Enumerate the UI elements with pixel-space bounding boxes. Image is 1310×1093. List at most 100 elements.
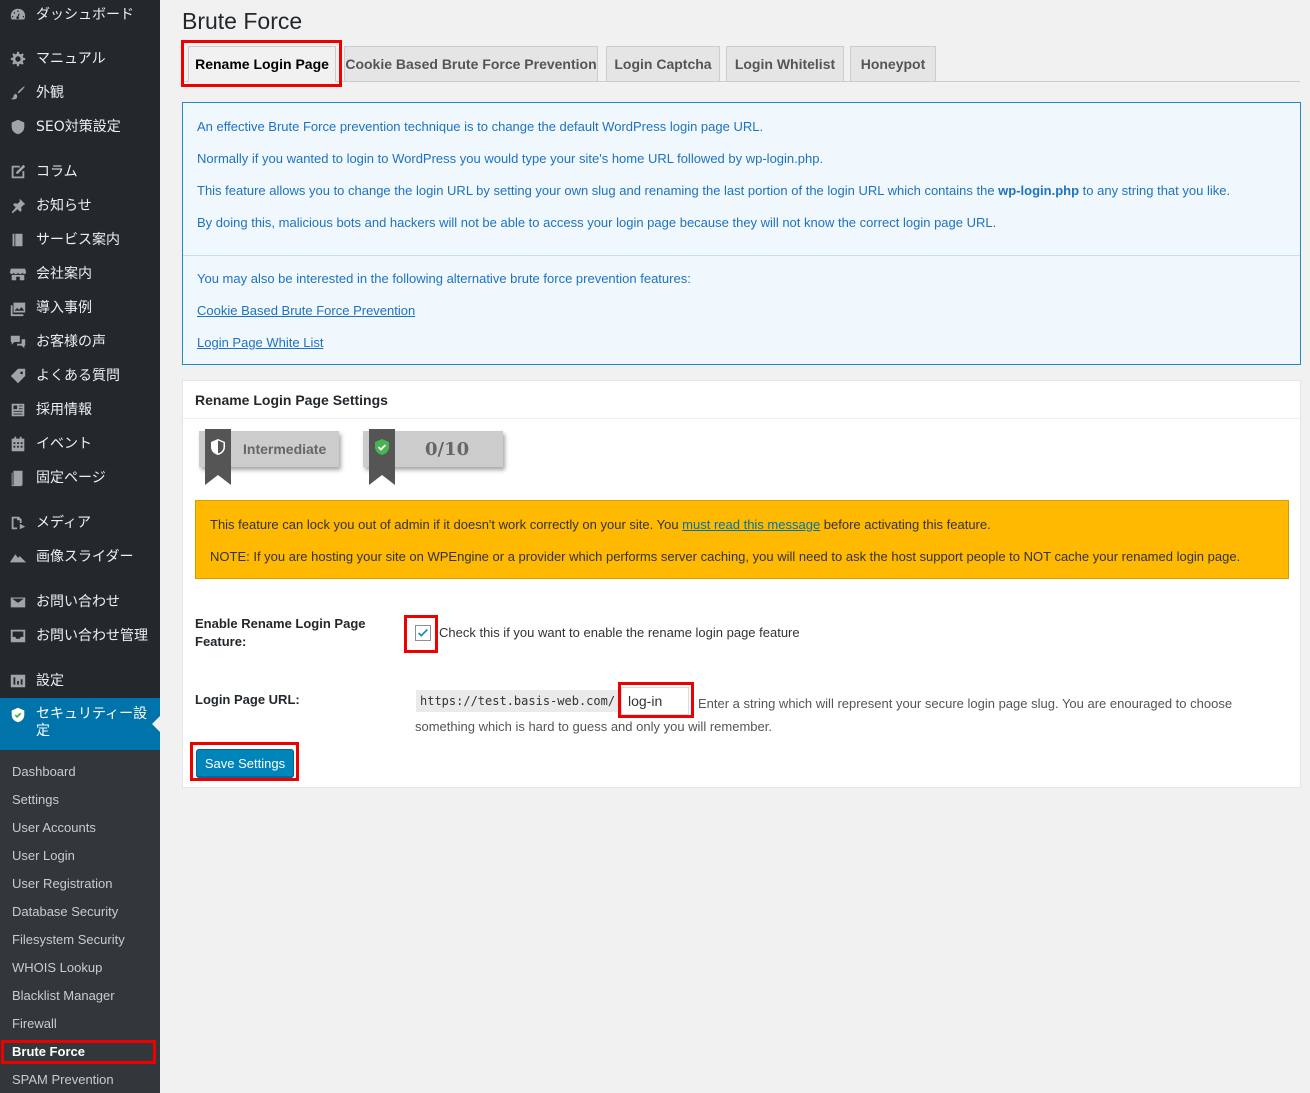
menu-faq[interactable]: よくある質問 — [0, 361, 160, 391]
submenu-settings[interactable]: Settings — [12, 792, 59, 807]
menu-slider[interactable]: 画像スライダー — [0, 542, 160, 572]
menu-separator — [0, 494, 160, 503]
media-icon — [0, 514, 36, 532]
info-text: An effective Brute Force prevention tech… — [197, 119, 764, 134]
menu-label: イベント — [36, 435, 92, 452]
submenu-blacklist-manager[interactable]: Blacklist Manager — [12, 988, 115, 1003]
menu-label: お知らせ — [36, 197, 92, 214]
menu-label: コラム — [36, 163, 78, 180]
menu-column[interactable]: コラム — [0, 157, 160, 187]
menu-appearance[interactable]: 外観 — [0, 78, 160, 108]
submenu-dashboard[interactable]: Dashboard — [12, 764, 76, 779]
postbox-title: Rename Login Page Settings — [183, 381, 1300, 419]
menu-media[interactable]: メディア — [0, 508, 160, 538]
menu-label: 導入事例 — [36, 299, 92, 316]
menu-label: 外観 — [36, 84, 64, 101]
comments-icon — [0, 333, 36, 351]
warning-text-part: before activating this feature. — [820, 517, 991, 532]
must-read-link[interactable]: must read this message — [682, 517, 820, 532]
menu-label: 採用情報 — [36, 401, 92, 418]
tag-icon — [0, 367, 36, 385]
settings-postbox: Rename Login Page Settings Intermediate … — [182, 380, 1301, 788]
menu-manual[interactable]: マニュアル — [0, 44, 160, 74]
submenu-user-registration[interactable]: User Registration — [12, 876, 112, 891]
tab-cookie-based-prevention[interactable]: Cookie Based Brute Force Prevention — [344, 46, 598, 82]
enable-feature-label: Enable Rename Login Page Feature: — [195, 616, 366, 649]
admin-sidebar: ダッシュボード マニュアル 外観 SEO対策設定 コラム お知らせ サービス案内… — [0, 0, 160, 1093]
warning-note: NOTE: If you are hosting your site on WP… — [210, 549, 1241, 564]
tab-highlight-box — [181, 40, 342, 87]
submenu-user-accounts[interactable]: User Accounts — [12, 820, 96, 835]
menu-label: お問い合わせ管理 — [36, 627, 148, 644]
submenu-database-security[interactable]: Database Security — [12, 904, 118, 919]
warning-box: This feature can lock you out of admin i… — [195, 500, 1289, 579]
menu-label: マニュアル — [36, 50, 106, 67]
page-title: Brute Force — [182, 8, 303, 34]
menu-dashboard[interactable]: ダッシュボード — [0, 0, 160, 30]
info-text: Normally if you wanted to login to WordP… — [197, 151, 824, 166]
level-ribbon-icon — [205, 429, 231, 485]
menu-label: ダッシュボード — [36, 6, 134, 23]
menu-company[interactable]: 会社案内 — [0, 259, 160, 289]
menu-testimonials[interactable]: お客様の声 — [0, 327, 160, 357]
submenu-spam-prevention[interactable]: SPAM Prevention — [12, 1072, 114, 1087]
tab-login-whitelist[interactable]: Login Whitelist — [726, 46, 844, 82]
menu-separator — [0, 142, 160, 151]
info-text: This feature allows you to change the lo… — [197, 183, 1230, 198]
submenu-user-login[interactable]: User Login — [12, 848, 75, 863]
submenu-filesystem-security[interactable]: Filesystem Security — [12, 932, 125, 947]
menu-news[interactable]: お知らせ — [0, 191, 160, 221]
main-content: Brute Force Rename Login Page Cookie Bas… — [160, 0, 1310, 1093]
submenu-whois-lookup[interactable]: WHOIS Lookup — [12, 960, 102, 975]
menu-contact-manage[interactable]: お問い合わせ管理 — [0, 621, 160, 651]
info-text-part: This feature allows you to change the lo… — [197, 183, 999, 198]
submenu-firewall[interactable]: Firewall — [12, 1016, 57, 1031]
mountain-icon — [0, 548, 36, 566]
book-icon — [0, 231, 36, 249]
calendar-icon — [0, 435, 36, 453]
menu-label: メディア — [36, 514, 92, 531]
tab-login-captcha[interactable]: Login Captcha — [606, 46, 720, 82]
menu-cases[interactable]: 導入事例 — [0, 293, 160, 323]
menu-label: 会社案内 — [36, 265, 92, 282]
menu-services[interactable]: サービス案内 — [0, 225, 160, 255]
score-badge-text: 0/10 — [425, 438, 470, 460]
menu-events[interactable]: イベント — [0, 429, 160, 459]
menu-label: よくある質問 — [36, 367, 120, 384]
security-shield-icon — [0, 706, 36, 724]
menu-label: 設定 — [36, 672, 64, 689]
menu-separator — [0, 30, 160, 39]
brute-force-highlight-box — [1, 1040, 156, 1064]
menu-security[interactable]: セキュリティー設定 — [0, 698, 160, 750]
menu-seo[interactable]: SEO対策設定 — [0, 112, 160, 142]
save-button-highlight-box — [190, 742, 299, 781]
menu-recruit[interactable]: 採用情報 — [0, 395, 160, 425]
info-text: By doing this, malicious bots and hacker… — [197, 215, 997, 230]
score-ribbon-icon — [369, 429, 395, 485]
info-box: An effective Brute Force prevention tech… — [182, 102, 1301, 365]
level-badge-text: Intermediate — [243, 441, 327, 457]
url-input-highlight-box — [618, 682, 694, 718]
warning-text: This feature can lock you out of admin i… — [210, 517, 991, 532]
level-badge: Intermediate — [199, 429, 339, 485]
dashboard-icon — [0, 6, 36, 24]
menu-pages[interactable]: 固定ページ — [0, 463, 160, 493]
menu-label: SEO対策設定 — [36, 118, 121, 135]
enable-feature-description: Check this if you want to enable the ren… — [439, 625, 800, 640]
site-url-prefix: https://test.basis-web.com/ — [416, 690, 620, 712]
menu-contact[interactable]: お問い合わせ — [0, 587, 160, 617]
email-icon — [0, 593, 36, 611]
inbox-icon — [0, 627, 36, 645]
menu-label: サービス案内 — [36, 231, 120, 248]
gallery-icon — [0, 299, 36, 317]
menu-label: お客様の声 — [36, 333, 106, 350]
tab-honeypot[interactable]: Honeypot — [850, 46, 936, 82]
login-whitelist-link[interactable]: Login Page White List — [197, 335, 323, 350]
menu-settings[interactable]: 設定 — [0, 666, 160, 696]
menu-separator — [0, 652, 160, 661]
cookie-prevention-link[interactable]: Cookie Based Brute Force Prevention — [197, 303, 415, 318]
info-text-part: to any string that you like. — [1079, 183, 1231, 198]
store-icon — [0, 265, 36, 283]
menu-label: 固定ページ — [36, 469, 106, 486]
info-text: You may also be interested in the follow… — [197, 271, 691, 286]
